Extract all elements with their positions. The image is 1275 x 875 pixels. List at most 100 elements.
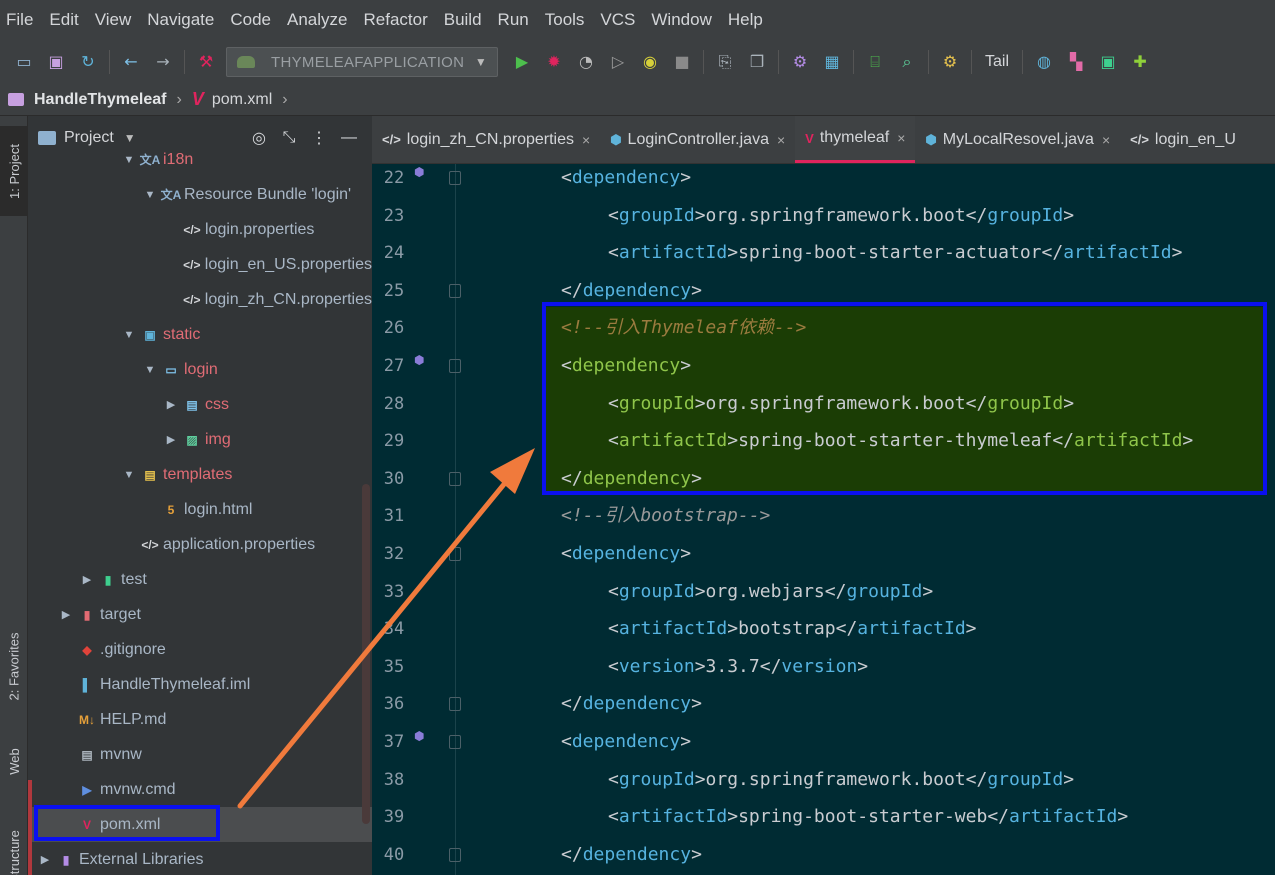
chevron-down-icon[interactable]: ▼ [142, 364, 158, 376]
chevron-down-icon[interactable]: ▼ [142, 189, 158, 201]
menu-item-navigate[interactable]: Navigate [147, 10, 214, 30]
forward-icon[interactable]: → [152, 51, 174, 73]
line-number: 36 [383, 694, 405, 715]
coverage-icon[interactable]: ◔ [575, 51, 597, 73]
run-icon[interactable]: ▶ [511, 51, 533, 73]
terminal-icon[interactable]: ⌸ [864, 51, 886, 73]
plugin-board-icon[interactable]: ▣ [1097, 51, 1119, 73]
code-element: <artifactId>spring-boot-starter-web</art… [608, 798, 1128, 836]
menu-item-analyze[interactable]: Analyze [287, 10, 347, 30]
tree-item[interactable]: ▶ ▮ test [28, 562, 372, 597]
run-configuration-select[interactable]: THYMELEAFAPPLICATION ▼ [226, 47, 498, 77]
fold-marker-icon[interactable] [449, 359, 461, 373]
fold-marker-icon[interactable] [449, 547, 461, 561]
tree-item[interactable]: </> login_en_US.properties [28, 247, 372, 282]
editor-tab[interactable]: ⬢ LoginController.java × [600, 116, 795, 163]
chevron-right-icon[interactable]: ▶ [79, 573, 95, 586]
open-folder-icon[interactable]: ▭ [13, 51, 35, 73]
project-scrollbar[interactable] [362, 484, 370, 824]
close-icon[interactable]: × [777, 132, 785, 148]
tree-item[interactable]: ▌ HandleThymeleaf.iml [28, 667, 372, 702]
editor-tab[interactable]: ⬢ MyLocalResovel.java × [915, 116, 1120, 163]
tree-item[interactable]: ▼ 文A Resource Bundle 'login' [28, 177, 372, 212]
line-number: 39 [383, 807, 405, 828]
fold-marker-icon[interactable] [449, 735, 461, 749]
tree-item[interactable]: ▶ ▮ target [28, 597, 372, 632]
close-icon[interactable]: × [1102, 132, 1110, 148]
plugin-grid-icon[interactable]: ▚ [1065, 51, 1087, 73]
save-icon[interactable]: ▣ [45, 51, 67, 73]
tab-web-tool[interactable]: Web [0, 731, 28, 791]
menu-item-window[interactable]: Window [651, 10, 711, 30]
sync-icon[interactable]: ↻ [77, 51, 99, 73]
menu-item-vcs[interactable]: VCS [600, 10, 635, 30]
chevron-right-icon[interactable]: ▶ [58, 608, 74, 621]
menu-item-build[interactable]: Build [444, 10, 482, 30]
close-icon[interactable]: × [897, 130, 905, 146]
tree-item[interactable]: </> application.properties [28, 527, 372, 562]
tail-button[interactable]: Tail [985, 53, 1009, 71]
menu-item-refactor[interactable]: Refactor [363, 10, 427, 30]
tree-item[interactable]: </> login_zh_CN.properties [28, 282, 372, 317]
stop-icon[interactable]: ■ [671, 51, 693, 73]
menu-item-file[interactable]: File [6, 10, 33, 30]
fold-marker-icon[interactable] [449, 697, 461, 712]
back-icon[interactable]: ← [120, 51, 142, 73]
chevron-right-icon[interactable]: ▶ [163, 398, 179, 411]
chevron-down-icon[interactable]: ▼ [121, 469, 137, 481]
tree-item[interactable]: ▼ 文A i18n [28, 142, 372, 177]
menu-item-run[interactable]: Run [498, 10, 529, 30]
menu-item-code[interactable]: Code [230, 10, 271, 30]
plugin-chip-icon[interactable]: ⚙ [939, 51, 961, 73]
chevron-right-icon[interactable]: ▶ [163, 433, 179, 446]
tree-item[interactable]: ▼ ▣ static [28, 317, 372, 352]
database-icon[interactable]: ◍ [1033, 51, 1055, 73]
menu-item-edit[interactable]: Edit [49, 10, 78, 30]
tree-item[interactable]: 5 login.html [28, 492, 372, 527]
breadcrumb-project[interactable]: HandleThymeleaf [34, 91, 166, 109]
code-editor[interactable]: 22 ⬢ <dependency> 23 <groupId>org.springfram… [372, 164, 1275, 875]
modules-icon[interactable]: ❒ [746, 51, 768, 73]
tree-item[interactable]: ▶ ▨ img [28, 422, 372, 457]
editor-tab[interactable]: Vthymeleaf × [795, 116, 916, 163]
menu-item-view[interactable]: View [95, 10, 132, 30]
fold-marker-icon[interactable] [449, 171, 461, 185]
tab-favorites-tool[interactable]: 2: Favorites [0, 616, 28, 716]
fold-marker-icon[interactable] [449, 471, 461, 486]
tree-item[interactable]: ▼ ▭ login [28, 352, 372, 387]
breadcrumb-file[interactable]: pom.xml [212, 91, 272, 109]
attach-icon[interactable]: ◉ [639, 51, 661, 73]
fold-marker-icon[interactable] [449, 847, 461, 862]
profile-icon[interactable]: ▷ [607, 51, 629, 73]
menu-item-tools[interactable]: Tools [545, 10, 585, 30]
chevron-down-icon[interactable]: ▼ [121, 329, 137, 341]
menu-item-help[interactable]: Help [728, 10, 763, 30]
settings-gear-icon[interactable]: ⚙ [789, 51, 811, 73]
puzzle-icon[interactable]: ✚ [1129, 51, 1151, 73]
tab-project-tool[interactable]: 1: Project [0, 126, 28, 216]
chevron-right-icon[interactable]: ▶ [37, 853, 53, 866]
editor-tab[interactable]: </> login_en_U [1120, 116, 1246, 163]
dependency-gutter-icon[interactable]: ⬢ [414, 353, 428, 367]
project-structure-icon[interactable]: ▦ [821, 51, 843, 73]
search-icon[interactable]: ⌕ [896, 51, 918, 73]
tree-item[interactable]: </> login.properties [28, 212, 372, 247]
tree-item[interactable]: Vpom.xml [28, 807, 372, 842]
editor-tab[interactable]: </> login_zh_CN.properties × [372, 116, 600, 163]
tree-item[interactable]: ◆ .gitignore [28, 632, 372, 667]
build-hammer-icon[interactable]: ⚒ [195, 51, 217, 73]
tree-item[interactable]: M↓ HELP.md [28, 702, 372, 737]
update-icon[interactable]: ⎘ [714, 51, 736, 73]
debug-icon[interactable]: ✹ [543, 51, 565, 73]
tree-item[interactable]: ▶ ▮ External Libraries [28, 842, 372, 875]
fold-marker-icon[interactable] [449, 283, 461, 298]
tree-item[interactable]: ▶ mvnw.cmd [28, 772, 372, 807]
tree-item[interactable]: ▤ mvnw [28, 737, 372, 772]
close-icon[interactable]: × [582, 132, 590, 148]
tab-structure-tool[interactable]: Structure [0, 811, 28, 875]
chevron-down-icon[interactable]: ▼ [121, 154, 137, 166]
tree-item[interactable]: ▶ ▤ css [28, 387, 372, 422]
tree-item[interactable]: ▼ ▤ templates [28, 457, 372, 492]
dependency-gutter-icon[interactable]: ⬢ [414, 165, 428, 179]
dependency-gutter-icon[interactable]: ⬢ [414, 729, 428, 743]
